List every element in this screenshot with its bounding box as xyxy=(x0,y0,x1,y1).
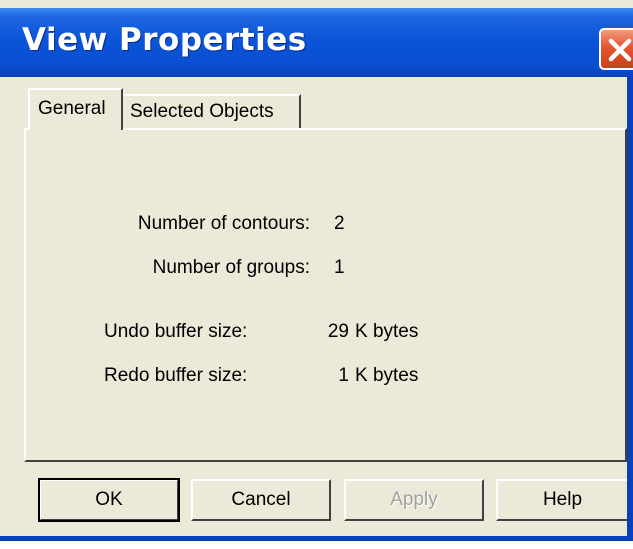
general-tab-panel xyxy=(24,128,627,462)
tab-selected-objects[interactable]: Selected Objects xyxy=(123,94,301,128)
ok-button[interactable]: OK xyxy=(38,478,180,522)
window-right-border xyxy=(627,77,633,541)
contours-label: Number of contours: xyxy=(137,213,310,234)
groups-label: Number of groups: xyxy=(152,257,310,278)
redo-buffer-value: 1 xyxy=(338,365,349,386)
tab-selected-objects-label: Selected Objects xyxy=(130,101,274,122)
cancel-button[interactable]: Cancel xyxy=(191,479,331,521)
undo-buffer-unit: K bytes xyxy=(355,321,419,342)
tab-general-label: General xyxy=(38,98,106,119)
title-bar[interactable]: View Properties xyxy=(0,8,633,77)
undo-buffer-value: 29 xyxy=(327,321,349,342)
contours-value: 2 xyxy=(334,213,345,234)
help-button[interactable]: Help xyxy=(496,479,627,521)
view-properties-dialog: View Properties General Selected Objects… xyxy=(0,0,633,541)
apply-button[interactable]: Apply xyxy=(344,479,484,521)
tab-general[interactable]: General xyxy=(28,88,123,130)
close-button[interactable] xyxy=(599,28,633,70)
groups-value: 1 xyxy=(334,257,345,278)
redo-buffer-unit: K bytes xyxy=(355,365,419,386)
close-icon xyxy=(608,38,632,62)
undo-buffer-label: Undo buffer size: xyxy=(104,321,248,342)
redo-buffer-label: Redo buffer size: xyxy=(104,365,248,386)
window-bottom-border xyxy=(0,536,633,541)
window-title: View Properties xyxy=(22,22,307,58)
